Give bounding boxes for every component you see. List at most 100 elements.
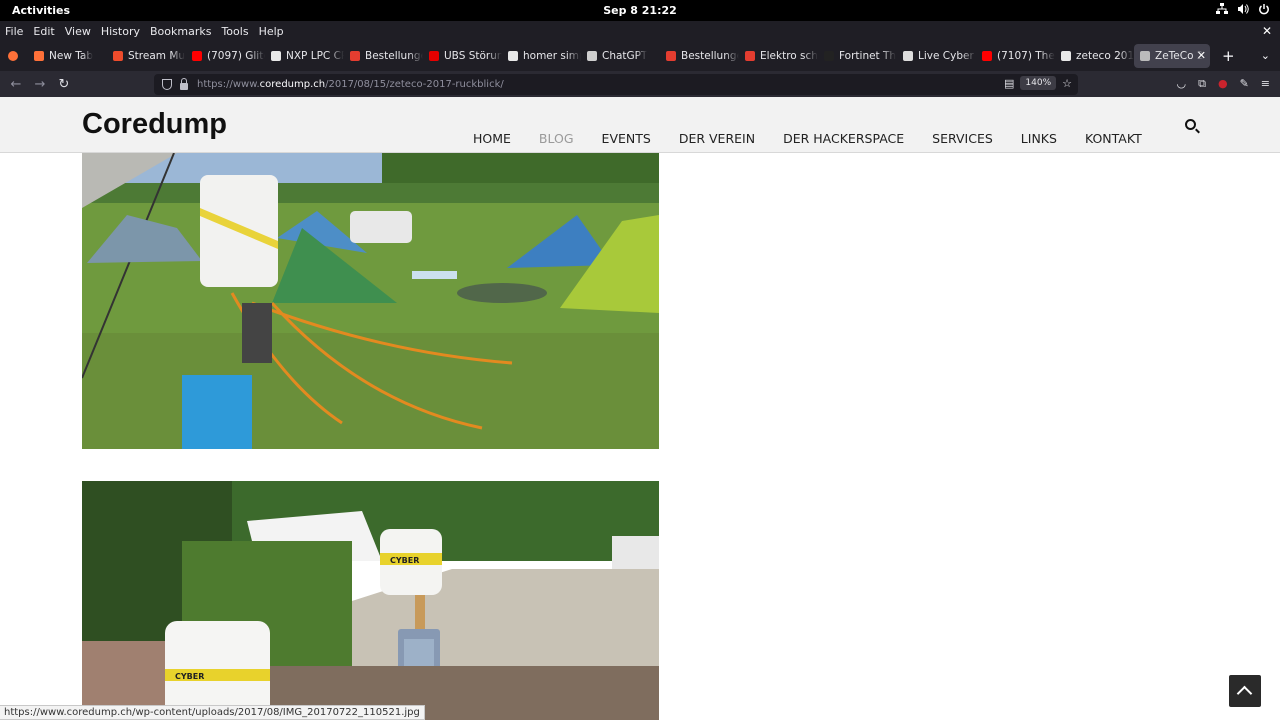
menu-help[interactable]: Help: [254, 25, 289, 38]
menu-view[interactable]: View: [60, 25, 96, 38]
tab-label: homer simp: [523, 50, 581, 62]
ublock-icon[interactable]: ●: [1218, 77, 1228, 91]
tab-label: UBS Störun: [444, 50, 502, 62]
tab-favicon-icon: [666, 51, 676, 61]
tab-label: Bestellunge: [365, 50, 423, 62]
nav-kontakt[interactable]: KONTAKT: [1085, 131, 1142, 146]
back-icon[interactable]: ←: [4, 77, 28, 92]
tab[interactable]: Stream Mu: [107, 44, 186, 68]
tab[interactable]: (7107) The J: [976, 44, 1055, 68]
tab-label: Bestellunge: [681, 50, 739, 62]
photo-cyber-tanks[interactable]: CYBER CYBER: [82, 481, 659, 720]
reload-icon[interactable]: ↻: [52, 77, 76, 92]
new-tab-icon[interactable]: +: [1222, 47, 1235, 65]
tab-favicon-icon: [745, 51, 755, 61]
search-icon[interactable]: [1185, 119, 1196, 130]
tab[interactable]: ChatGPT: [581, 44, 660, 68]
system-top-bar: Activities Sep 8 21:22: [0, 0, 1280, 21]
tab-favicon-icon: [350, 51, 360, 61]
tracking-protection-icon[interactable]: [162, 79, 172, 90]
site-header: Coredump HOME BLOG EVENTS DER VEREIN DER…: [0, 97, 1280, 153]
tab-favicon-icon: [271, 51, 281, 61]
menu-edit[interactable]: Edit: [28, 25, 59, 38]
site-nav: HOME BLOG EVENTS DER VEREIN DER HACKERSP…: [473, 131, 1142, 146]
tab-label: Elektro sch: [760, 50, 818, 62]
nav-home[interactable]: HOME: [473, 131, 511, 146]
tab[interactable]: homer simp: [502, 44, 581, 68]
tab[interactable]: Bestellunge: [660, 44, 739, 68]
forward-icon[interactable]: →: [28, 77, 52, 92]
tab-label: (7107) The J: [997, 50, 1055, 62]
tab-favicon-icon: [903, 51, 913, 61]
firefox-view-tab[interactable]: [0, 44, 28, 68]
tab-label: zeteco 2017: [1076, 50, 1134, 62]
tab-label: New Tab: [49, 50, 94, 62]
system-tray[interactable]: [1216, 3, 1270, 15]
tab-favicon-icon: [587, 51, 597, 61]
tape-label: CYBER: [390, 556, 419, 565]
tab-label: Fortinet Th: [839, 50, 897, 62]
url-bar[interactable]: https://www. coredump.ch/2017/08/15/zetec…: [154, 74, 1078, 95]
tab[interactable]: zeteco 2017: [1055, 44, 1134, 68]
tab[interactable]: Elektro sch: [739, 44, 818, 68]
tab[interactable]: Bestellunge: [344, 44, 423, 68]
app-menu-icon[interactable]: ≡: [1261, 77, 1270, 91]
tab-label: ChatGPT: [602, 50, 648, 62]
nav-der-hackerspace[interactable]: DER HACKERSPACE: [783, 131, 904, 146]
power-icon: [1258, 3, 1270, 15]
tab[interactable]: Fortinet Th: [818, 44, 897, 68]
nav-links[interactable]: LINKS: [1021, 131, 1057, 146]
tab-label: Live Cyber A: [918, 50, 976, 62]
zoom-level[interactable]: 140%: [1020, 76, 1057, 90]
nav-events[interactable]: EVENTS: [602, 131, 651, 146]
tab-favicon-icon: [982, 51, 992, 61]
tab-label: (7097) Glitc: [207, 50, 265, 62]
site-logo[interactable]: Coredump: [82, 108, 227, 141]
nav-der-verein[interactable]: DER VEREIN: [679, 131, 755, 146]
tab[interactable]: UBS Störun: [423, 44, 502, 68]
url-host: coredump.ch: [259, 79, 326, 90]
tab-label: NXP LPC CR: [286, 50, 344, 62]
close-tab-icon[interactable]: ✕: [1197, 49, 1206, 62]
tab-active[interactable]: ZeTeCo 2 ✕: [1134, 44, 1210, 68]
menu-history[interactable]: History: [96, 25, 145, 38]
nav-services[interactable]: SERVICES: [932, 131, 993, 146]
tab-favicon-icon: [192, 51, 202, 61]
volume-icon: [1237, 3, 1249, 15]
navigation-toolbar: ← → ↻ https://www. coredump.ch/2017/08/15…: [0, 71, 1280, 97]
url-prefix: https://www.: [197, 79, 260, 90]
tab-favicon-icon: [824, 51, 834, 61]
list-all-tabs-icon[interactable]: ⌄: [1261, 49, 1270, 62]
tab-favicon-icon: [508, 51, 518, 61]
tab-strip: New Tab Stream Mu (7097) Glitc NXP LPC C…: [0, 41, 1280, 71]
menu-bookmarks[interactable]: Bookmarks: [145, 25, 216, 38]
menu-file[interactable]: File: [0, 25, 28, 38]
tab[interactable]: Live Cyber A: [897, 44, 976, 68]
toolbar-extensions: ◡ ⧉ ● ✎ ≡: [1176, 77, 1270, 91]
tape-label: CYBER: [175, 672, 204, 681]
extensions-icon[interactable]: ⧉: [1198, 77, 1206, 91]
addon-icon[interactable]: ✎: [1240, 77, 1249, 91]
url-path: /2017/08/15/zeteco-2017-ruckblick/: [325, 79, 504, 90]
tab-favicon-icon: [1140, 51, 1150, 61]
pocket-icon[interactable]: ◡: [1176, 77, 1186, 91]
lock-icon[interactable]: [180, 77, 188, 90]
tab-label: Stream Mu: [128, 50, 186, 62]
bookmark-star-icon[interactable]: ☆: [1062, 77, 1072, 90]
tab[interactable]: (7097) Glitc: [186, 44, 265, 68]
browser-menu-bar: File Edit View History Bookmarks Tools H…: [0, 21, 1280, 41]
menu-tools[interactable]: Tools: [216, 25, 253, 38]
tab-favicon-icon: [34, 51, 44, 61]
close-window-icon[interactable]: ✕: [1262, 24, 1272, 38]
nav-blog[interactable]: BLOG: [539, 131, 574, 146]
tab-favicon-icon: [1061, 51, 1071, 61]
tab[interactable]: New Tab: [28, 44, 107, 68]
tab-favicon-icon: [113, 51, 123, 61]
tab[interactable]: NXP LPC CR: [265, 44, 344, 68]
link-status-overlay: https://www.coredump.ch/wp-content/uploa…: [0, 705, 425, 720]
photo-campsite[interactable]: [82, 153, 659, 449]
tab-favicon-icon: [429, 51, 439, 61]
clock[interactable]: Sep 8 21:22: [0, 4, 1280, 17]
scroll-to-top-button[interactable]: [1229, 675, 1261, 707]
reader-view-icon[interactable]: ▤: [1004, 77, 1014, 90]
